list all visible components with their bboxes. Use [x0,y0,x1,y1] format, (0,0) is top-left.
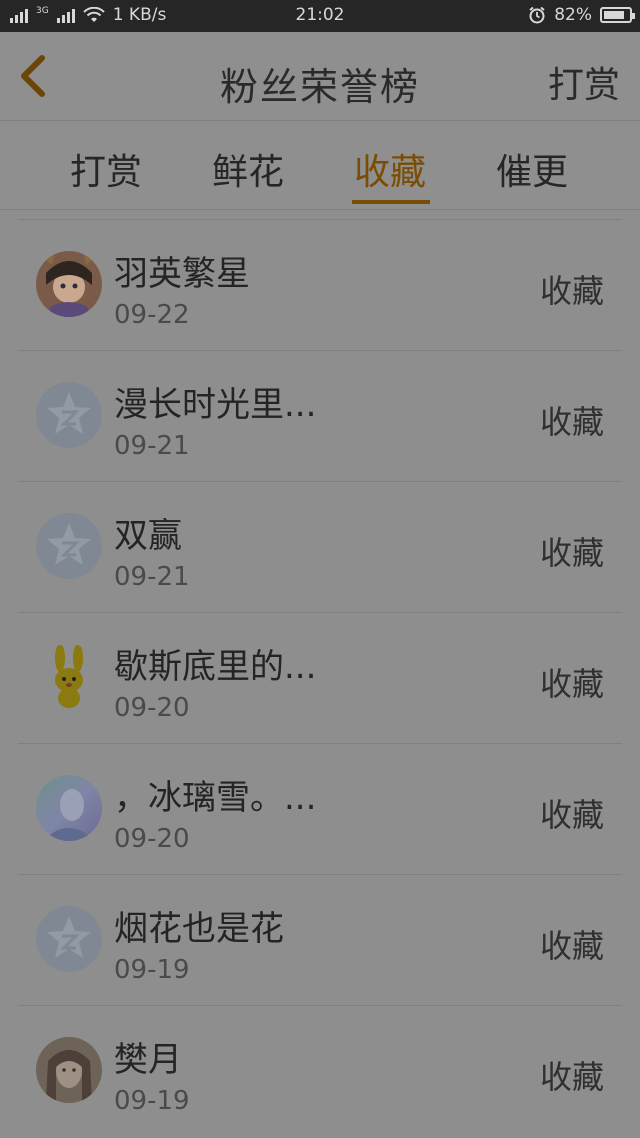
favorite-label: 收藏 [539,272,604,310]
list-item[interactable]: 樊月 09-19 收藏 [18,1005,622,1136]
list-item[interactable]: 羽英繁星 09-22 收藏 [18,219,622,350]
list-item[interactable]: 歇斯底里的... 09-20 收藏 [18,612,622,743]
fan-name: 羽英繁星 [114,254,250,294]
list-item[interactable]: 双赢 09-21 收藏 [18,481,622,612]
status-bar: 3G 1 KB/s 21:02 82% [0,0,640,32]
default-qq-avatar [36,382,102,448]
fan-list: 羽英繁星 09-22 收藏 漫长时光里... 09-21 收藏 双赢 09-21… [18,219,622,1136]
anime-girl-avatar [36,251,102,317]
fan-date: 09-21 [114,431,190,461]
fan-date: 09-22 [114,300,190,330]
fan-date: 09-19 [114,1086,190,1116]
fan-name: 双赢 [114,516,182,556]
yellow-bunny-avatar [36,644,102,710]
tab-bar: 打赏 鲜花 收藏 催更 [0,121,640,210]
fan-name: 樊月 [114,1040,182,1080]
default-qq-avatar [36,906,102,972]
list-item[interactable]: ，冰璃雪。... 09-20 收藏 [18,743,622,874]
battery-level-fill [604,11,624,19]
favorite-label: 收藏 [539,665,604,703]
battery-percent: 82% [554,5,592,25]
list-item[interactable]: 烟花也是花 09-19 收藏 [18,874,622,1005]
favorite-label: 收藏 [539,927,604,965]
favorite-label: 收藏 [539,403,604,441]
reward-button[interactable]: 打赏 [548,56,620,108]
tab-flowers[interactable]: 鲜花 [212,143,284,195]
fan-name: ，冰璃雪。... [114,778,317,818]
status-right: 82% [528,5,635,25]
favorite-label: 收藏 [539,534,604,572]
page-title: 粉丝荣誉榜 [219,65,420,109]
tab-favorites[interactable]: 收藏 [354,143,426,195]
alarm-icon [528,6,546,24]
fan-name: 漫长时光里... [114,385,317,425]
default-qq-avatar [36,513,102,579]
fan-date: 09-20 [114,824,190,854]
tab-reward[interactable]: 打赏 [70,143,142,195]
list-item[interactable]: 漫长时光里... 09-21 收藏 [18,350,622,481]
portrait-avatar [36,1037,102,1103]
fan-date: 09-19 [114,955,190,985]
active-tab-indicator [352,200,430,204]
fan-date: 09-21 [114,562,190,592]
battery-icon [600,7,635,23]
fan-name: 烟花也是花 [114,909,284,949]
blue-illustration-avatar [36,775,102,841]
favorite-label: 收藏 [539,1058,604,1096]
fan-name: 歇斯底里的... [114,647,317,687]
fan-date: 09-20 [114,693,190,723]
favorite-label: 收藏 [539,796,604,834]
tab-urge-update[interactable]: 催更 [496,143,568,195]
header-bar: 粉丝荣誉榜 打赏 [0,32,640,121]
